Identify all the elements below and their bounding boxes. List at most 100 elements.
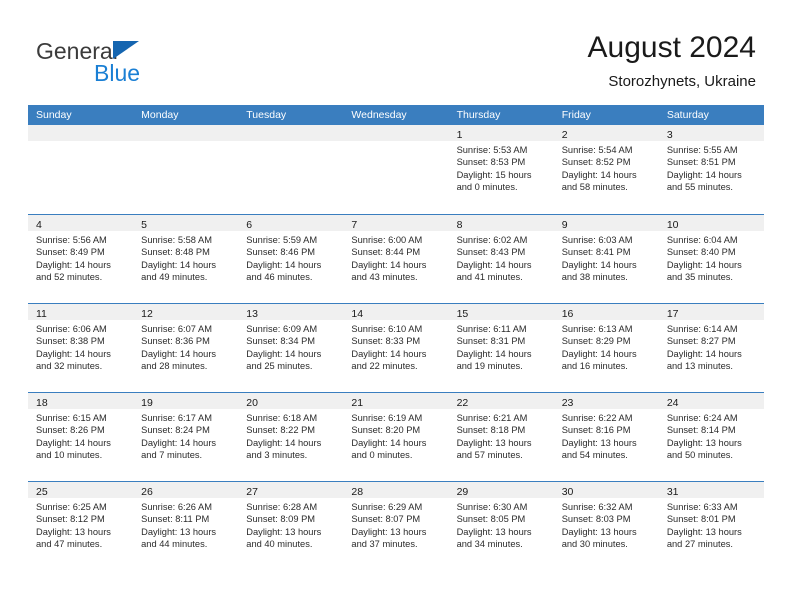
daylight-text-line1: Daylight: 13 hours — [246, 526, 322, 537]
calendar-day-cell[interactable]: 2 Sunrise: 5:54 AM Sunset: 8:52 PM Daylight… — [553, 125, 659, 214]
daylight-text-line2: and 41 minutes. — [456, 272, 523, 283]
sunrise-text: Sunrise: 6:21 AM — [456, 413, 528, 423]
daylight-text-line1: Daylight: 14 hours — [561, 169, 637, 180]
daylight-text-line2: and 10 minutes. — [36, 450, 103, 461]
sunrise-text: Sunrise: 6:30 AM — [456, 502, 528, 512]
calendar-day-cell[interactable]: 13 Sunrise: 6:09 AM Sunset: 8:34 PM Dayligh… — [238, 304, 344, 392]
day-sun-info: Sunrise: 6:19 AM Sunset: 8:20 PM Daylight:… — [343, 409, 448, 462]
calendar-day-cell[interactable]: 20 Sunrise: 6:18 AM Sunset: 8:22 PM Dayligh… — [238, 393, 344, 481]
day-sun-info: Sunrise: 6:33 AM Sunset: 8:01 PM Daylight:… — [659, 498, 764, 551]
sunrise-text: Sunrise: 6:18 AM — [246, 413, 318, 423]
daylight-text-line1: Daylight: 14 hours — [36, 348, 111, 359]
day-number-band: 22 — [448, 393, 554, 409]
daylight-text-line2: and 38 minutes. — [561, 272, 628, 283]
day-number: 27 — [246, 486, 258, 498]
day-number: 5 — [141, 219, 147, 231]
calendar-day-cell[interactable]: 18 Sunrise: 6:15 AM Sunset: 8:26 PM Dayligh… — [28, 393, 134, 481]
calendar-day-cell[interactable]: 23 Sunrise: 6:22 AM Sunset: 8:16 PM Dayligh… — [553, 393, 659, 481]
calendar-day-cell[interactable]: 26 Sunrise: 6:26 AM Sunset: 8:11 PM Dayligh… — [133, 482, 239, 570]
day-number-band: 8 — [448, 215, 554, 231]
calendar-day-cell[interactable]: 30 Sunrise: 6:32 AM Sunset: 8:03 PM Dayligh… — [553, 482, 659, 570]
calendar-day-cell[interactable]: 31 Sunrise: 6:33 AM Sunset: 8:01 PM Dayligh… — [658, 482, 764, 570]
calendar-day-cell[interactable]: 21 Sunrise: 6:19 AM Sunset: 8:20 PM Dayligh… — [343, 393, 449, 481]
sunset-text: Sunset: 8:14 PM — [666, 425, 736, 436]
day-number: 4 — [36, 219, 42, 231]
day-number-band: 2 — [553, 125, 659, 141]
sunrise-text: Sunrise: 6:15 AM — [36, 413, 107, 423]
sunrise-text: Sunrise: 6:06 AM — [36, 324, 107, 334]
calendar-day-cell[interactable]: 16 Sunrise: 6:13 AM Sunset: 8:29 PM Dayligh… — [553, 304, 659, 392]
daylight-text-line2: and 57 minutes. — [456, 450, 523, 461]
daylight-text-line1: Daylight: 14 hours — [666, 348, 742, 359]
calendar-day-cell[interactable]: 11 Sunrise: 6:06 AM Sunset: 8:38 PM Dayligh… — [28, 304, 134, 392]
calendar-week-row: 1 Sunrise: 5:53 AM Sunset: 8:53 PM Daylight… — [28, 125, 764, 214]
day-number: 17 — [666, 308, 679, 320]
calendar-day-cell[interactable]: 8 Sunrise: 6:02 AM Sunset: 8:43 PM Daylight… — [448, 215, 554, 303]
sunrise-text: Sunrise: 6:11 AM — [456, 324, 527, 334]
day-sun-info: Sunrise: 6:30 AM Sunset: 8:05 PM Daylight:… — [449, 498, 554, 551]
daylight-text-line1: Daylight: 13 hours — [666, 526, 742, 537]
calendar-day-cell[interactable]: 15 Sunrise: 6:11 AM Sunset: 8:31 PM Dayligh… — [448, 304, 554, 392]
day-sun-info: Sunrise: 6:29 AM Sunset: 8:07 PM Daylight:… — [343, 498, 448, 551]
day-number: 23 — [561, 397, 574, 409]
day-number-band: 27 — [238, 482, 344, 498]
daylight-text-line2: and 40 minutes. — [246, 539, 313, 550]
calendar-day-cell[interactable]: 4 Sunrise: 5:56 AM Sunset: 8:49 PM Daylight… — [28, 215, 134, 303]
sunset-text: Sunset: 8:18 PM — [456, 425, 526, 436]
day-number-band: 10 — [658, 215, 764, 231]
weekday-header-monday: Monday — [141, 109, 179, 121]
sunrise-text: Sunrise: 6:14 AM — [666, 324, 738, 334]
calendar-day-cell[interactable]: 12 Sunrise: 6:07 AM Sunset: 8:36 PM Dayligh… — [133, 304, 239, 392]
day-number: 12 — [141, 308, 153, 320]
calendar-day-cell[interactable]: 25 Sunrise: 6:25 AM Sunset: 8:12 PM Dayligh… — [28, 482, 134, 570]
calendar-day-cell[interactable]: 17 Sunrise: 6:14 AM Sunset: 8:27 PM Dayligh… — [658, 304, 764, 392]
day-sun-info: Sunrise: 6:24 AM Sunset: 8:14 PM Daylight:… — [659, 409, 764, 462]
sunset-text: Sunset: 8:48 PM — [141, 247, 210, 258]
sunset-text: Sunset: 8:43 PM — [456, 247, 526, 258]
sunrise-text: Sunrise: 6:17 AM — [141, 413, 212, 423]
daylight-text-line1: Daylight: 14 hours — [351, 348, 427, 359]
calendar-day-cell[interactable]: 9 Sunrise: 6:03 AM Sunset: 8:41 PM Daylight… — [553, 215, 659, 303]
calendar-day-cell[interactable]: 19 Sunrise: 6:17 AM Sunset: 8:24 PM Dayligh… — [133, 393, 239, 481]
day-number: 29 — [456, 486, 469, 498]
calendar-day-cell[interactable]: 28 Sunrise: 6:29 AM Sunset: 8:07 PM Dayligh… — [343, 482, 449, 570]
sunrise-text: Sunrise: 6:04 AM — [666, 235, 738, 245]
daylight-text-line2: and 54 minutes. — [561, 450, 628, 461]
daylight-text-line1: Daylight: 13 hours — [666, 437, 742, 448]
day-number-band: 24 — [658, 393, 764, 409]
day-number-band: 29 — [448, 482, 554, 498]
calendar-day-cell[interactable]: 7 Sunrise: 6:00 AM Sunset: 8:44 PM Daylight… — [343, 215, 449, 303]
weekday-header-friday: Friday — [561, 109, 591, 121]
calendar-day-cell[interactable]: 10 Sunrise: 6:04 AM Sunset: 8:40 PM Dayligh… — [658, 215, 764, 303]
sunrise-text: Sunrise: 6:22 AM — [561, 413, 633, 423]
calendar-day-cell[interactable]: 24 Sunrise: 6:24 AM Sunset: 8:14 PM Dayligh… — [658, 393, 764, 481]
sunset-text: Sunset: 8:40 PM — [666, 247, 736, 258]
daylight-text-line1: Daylight: 14 hours — [246, 348, 322, 359]
sunset-text: Sunset: 8:22 PM — [246, 425, 316, 436]
calendar-day-cell[interactable]: 27 Sunrise: 6:28 AM Sunset: 8:09 PM Dayligh… — [238, 482, 344, 570]
day-number-band: 18 — [28, 393, 134, 409]
calendar-day-cell[interactable]: 3 Sunrise: 5:55 AM Sunset: 8:51 PM Daylight… — [658, 125, 764, 214]
calendar-day-cell[interactable]: 6 Sunrise: 5:59 AM Sunset: 8:46 PM Daylight… — [238, 215, 344, 303]
sunset-text: Sunset: 8:49 PM — [36, 247, 105, 258]
brand-logo[interactable]: General Blue — [36, 38, 276, 90]
sunrise-text: Sunrise: 6:25 AM — [36, 502, 107, 512]
sunrise-text: Sunrise: 6:26 AM — [141, 502, 212, 512]
day-sun-info: Sunrise: 6:11 AM Sunset: 8:31 PM Daylight:… — [449, 320, 554, 373]
daylight-text-line2: and 30 minutes. — [561, 539, 628, 550]
sunset-text: Sunset: 8:01 PM — [666, 514, 736, 525]
day-number: 31 — [666, 486, 679, 498]
calendar-day-cell[interactable]: 14 Sunrise: 6:10 AM Sunset: 8:33 PM Dayligh… — [343, 304, 449, 392]
daylight-text-line2: and 52 minutes. — [36, 272, 103, 283]
sunrise-text: Sunrise: 6:07 AM — [141, 324, 212, 334]
daylight-text-line1: Daylight: 14 hours — [246, 259, 322, 270]
calendar-day-cell[interactable]: 29 Sunrise: 6:30 AM Sunset: 8:05 PM Dayligh… — [448, 482, 554, 570]
calendar-day-cell[interactable]: 22 Sunrise: 6:21 AM Sunset: 8:18 PM Dayligh… — [448, 393, 554, 481]
day-number: 13 — [246, 308, 258, 320]
day-number-band: 3 — [658, 125, 764, 141]
sunrise-text: Sunrise: 6:09 AM — [246, 324, 318, 334]
calendar-day-cell[interactable]: 1 Sunrise: 5:53 AM Sunset: 8:53 PM Daylight… — [448, 125, 554, 214]
daylight-text-line2: and 28 minutes. — [141, 361, 208, 372]
triangle-icon — [113, 41, 139, 59]
calendar-day-cell[interactable]: 5 Sunrise: 5:58 AM Sunset: 8:48 PM Daylight… — [133, 215, 239, 303]
